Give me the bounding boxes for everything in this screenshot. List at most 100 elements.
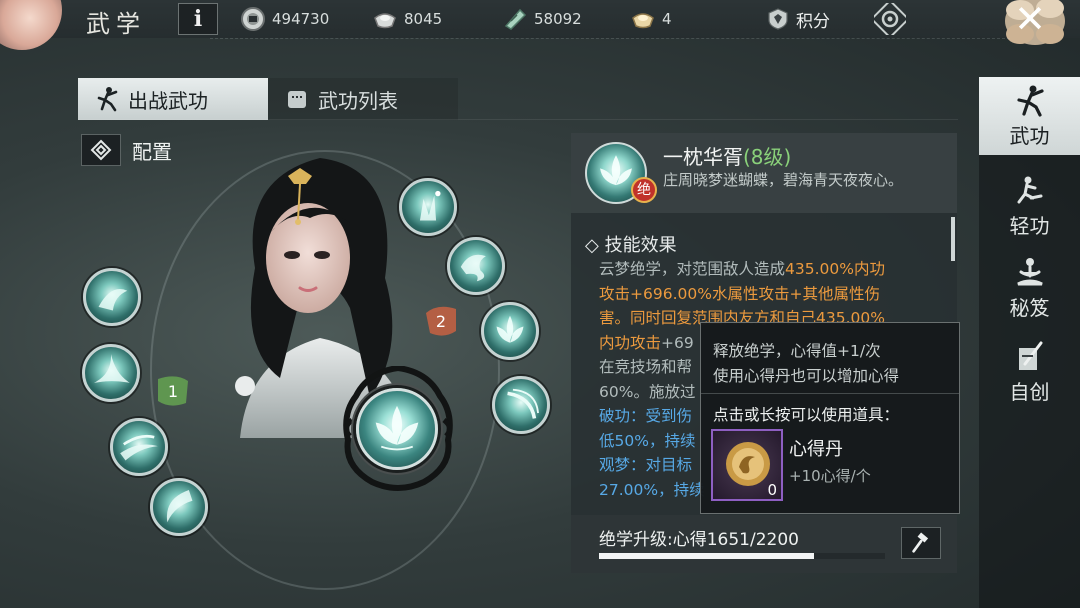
top-bar: 武学 i 494730 8045 58092 4 积分 ✕ [0,0,1080,50]
skill-name: 一枕华胥(8级) [663,145,792,169]
tooltip-line: 使用心得丹也可以增加心得 [713,367,900,385]
silver-coin-icon [241,7,265,31]
nav-secret-manual[interactable]: 秘笈 [979,249,1080,327]
whirlwind-icon [507,388,539,419]
config-diamond-icon [90,139,112,161]
tooltip-hint: 点击或长按可以使用道具： [713,406,900,424]
item-slot-heart-pill[interactable]: 0 [711,429,783,501]
upgrade-label: 绝学升级:心得1651/2200 [599,530,799,550]
skill-slot-right-1[interactable] [399,178,457,236]
sword-scroll-icon [1018,341,1042,370]
header-divider [210,38,1010,39]
detail-scrollbar[interactable] [951,217,955,261]
tooltip-line: 释放绝学，心得值+1/次 [713,342,881,360]
martial-pose-icon [97,87,118,112]
skill-level: (8级) [743,145,792,169]
settings-gear-icon[interactable] [874,3,906,35]
tab-bar: 出战武功 武功列表 [78,78,458,120]
tab-skill-list[interactable]: 武功列表 [268,78,458,120]
nav-martial-arts[interactable]: 武功 [979,77,1080,155]
skill-slot-right-2[interactable] [447,237,505,295]
lotus-bloom-icon [496,315,524,343]
sparkle-hand-icon [419,190,441,221]
tabs-divider [78,119,958,120]
skill-slot-left-4[interactable] [150,478,208,536]
currency-value: 8045 [404,10,443,28]
nav-qinggong[interactable]: 轻功 [979,167,1080,245]
silver-ingot-icon [374,13,396,29]
scroll-list-icon [288,91,306,108]
slot-marker-1: 1 [156,373,190,409]
score-label: 积分 [796,11,830,32]
nav-label: 武功 [1009,123,1050,148]
nav-self-create[interactable]: 自创 [979,333,1080,411]
lotus-ultimate-icon [375,405,419,451]
skill-slot-left-2[interactable] [82,344,140,402]
currency-value: 4 [662,10,672,28]
effect-segment: 破功：受到伤 [599,407,693,425]
effect-segment: 攻击+696.00%水属性攻击+其他属性伤 [599,284,880,303]
effect-segment: 60%。施放过 [599,382,696,401]
score-button[interactable]: 积分 [766,6,830,32]
nav-label: 秘笈 [1009,295,1050,320]
score-shield-icon [768,8,788,30]
effect-segment: 27.00%，持续 [599,480,705,499]
moon-decoration [0,0,62,50]
close-button[interactable]: ✕ [1012,0,1048,38]
right-nav: 武功 轻功 秘笈 自创 [979,77,1080,417]
currency-silver-coin[interactable]: 494730 [240,6,329,32]
currency-silver-ingot[interactable]: 8045 [372,6,442,32]
skill-description: 庄周晓梦迷蝴蝶，碧海青天夜夜心。 [663,171,904,189]
config-button[interactable] [81,134,121,166]
effect-segment: +69 [661,333,694,352]
upgrade-hammer-button[interactable] [901,527,941,559]
info-button[interactable]: i [178,3,218,35]
currency-value: 58092 [534,10,582,28]
skill-slot-left-3[interactable] [110,418,168,476]
water-dragon-icon [460,254,486,282]
item-description: +10心得/个 [789,467,871,485]
meditation-icon [1016,257,1043,285]
nav-label: 自创 [1009,379,1050,404]
item-name: 心得丹 [789,439,843,460]
skill-slot-right-4[interactable] [492,376,550,434]
hammer-icon [912,532,929,553]
tab-label: 出战武功 [128,88,208,113]
effect-segment: 内功攻击 [599,333,662,352]
running-figure-icon [1017,176,1042,203]
effect-title: ◇ 技能效果 [585,235,677,256]
upgrade-progress-fill [599,553,814,559]
heart-pill-tooltip: 释放绝学，心得值+1/次 使用心得丹也可以增加心得 点击或长按可以使用道具： 0… [700,322,960,514]
effect-line: 攻击+696.00%水属性攻击+其他属性伤 [599,282,929,307]
tab-label: 武功列表 [318,88,398,113]
jade-tablet-icon [504,8,527,30]
slot-marker-2: 2 [424,303,458,339]
ultimate-badge: 绝 [631,177,657,203]
martial-pose-icon [1016,85,1044,117]
effect-segment: 低50%，持续 [599,431,696,450]
gold-ingot-icon [632,13,654,29]
crescent-swirl-icon [166,489,193,523]
upgrade-progress-track [599,553,885,559]
wind-slash-icon [120,434,158,461]
tab-active-skills[interactable]: 出战武功 [78,78,268,120]
skill-slot-right-3[interactable] [481,302,539,360]
tooltip-divider [701,393,959,394]
page-title: 武学 [86,10,146,38]
skill-detail-header: 绝 一枕华胥(8级) 庄周晓梦迷蝴蝶，碧海青天夜夜心。 [571,133,957,213]
upgrade-bar: 绝学升级:心得1651/2200 [571,515,957,573]
currency-jade-tablet[interactable]: 58092 [502,6,582,32]
currency-gold-ingot[interactable]: 4 [630,6,672,32]
skill-slot-left-1[interactable] [83,268,141,326]
crane-dance-icon [98,289,128,311]
effect-segment: 观梦：对目标 [599,456,693,474]
nav-label: 轻功 [1009,213,1050,238]
effect-segment: 435.00%内功 [785,260,885,278]
item-count: 0 [767,481,777,499]
effect-line: 云梦绝学，对范围敌人造成435.00%内功 [599,257,929,282]
currency-value: 494730 [272,10,330,28]
blade-wave-icon [93,354,130,383]
config-label: 配置 [132,140,172,164]
ultimate-skill-slot[interactable] [356,388,438,470]
effect-segment: 在竞技场和帮 [599,358,693,376]
